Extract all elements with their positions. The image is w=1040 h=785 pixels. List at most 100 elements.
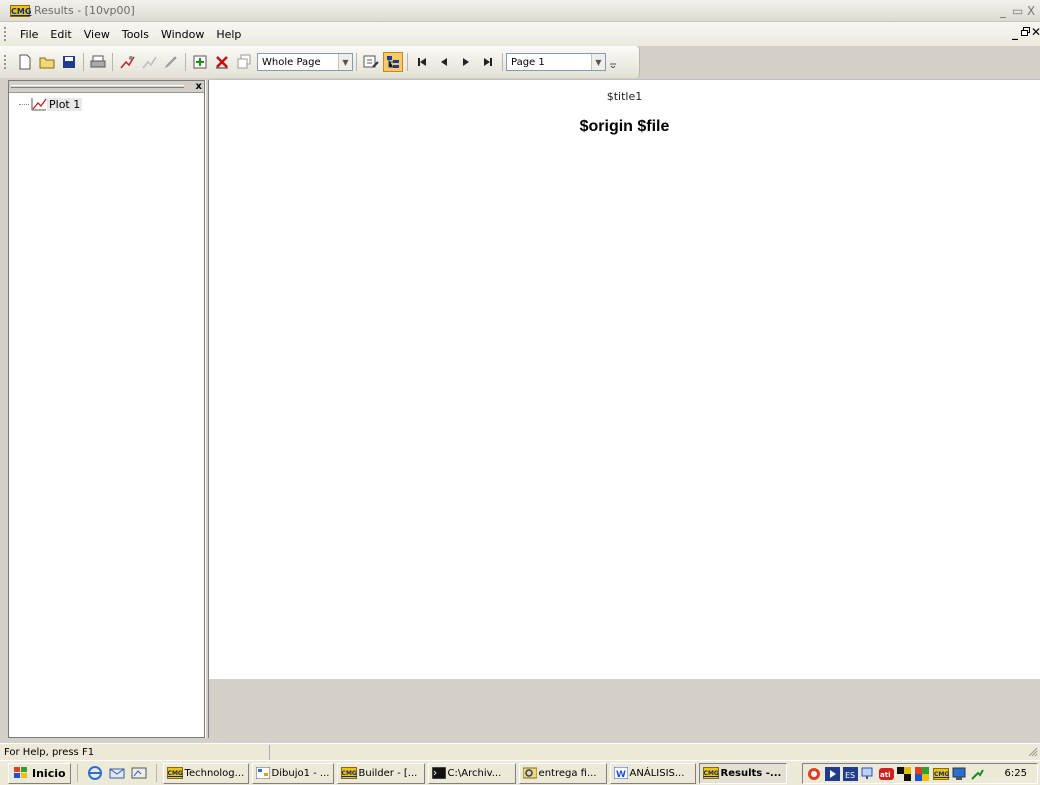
child-close-button[interactable]: ✕ xyxy=(1031,25,1040,39)
taskbar-item-entrega[interactable]: entrega fi... xyxy=(518,762,607,784)
taskbar-item-label: Results -... xyxy=(720,767,782,779)
plot-properties-icon[interactable] xyxy=(117,52,137,72)
app-logo-icon: CMG xyxy=(10,4,32,17)
svg-text:W: W xyxy=(616,770,626,779)
cmg-icon: CMG xyxy=(702,767,719,779)
pencil-icon[interactable] xyxy=(161,52,181,72)
cmg-tray-icon[interactable]: CMG xyxy=(933,767,949,780)
internet-explorer-icon[interactable] xyxy=(86,764,104,782)
next-page-icon[interactable] xyxy=(456,52,476,72)
taskbar-item-label: ANÁLISIS... xyxy=(629,767,685,779)
menu-grip-icon[interactable] xyxy=(4,27,8,41)
taskbar-item-results[interactable]: CMG Results -... xyxy=(698,762,787,784)
taskbar-item-dibujo[interactable]: Dibujo1 - ... xyxy=(251,762,334,784)
svg-text:ati: ati xyxy=(880,771,890,779)
print-icon[interactable] xyxy=(88,52,108,72)
open-folder-icon[interactable] xyxy=(37,52,57,72)
pane-grip-icon[interactable] xyxy=(11,85,184,88)
network-icon[interactable] xyxy=(861,767,876,781)
chevron-down-icon[interactable]: ▼ xyxy=(591,54,605,70)
word-icon: W xyxy=(613,767,628,779)
toolbar-overflow-icon[interactable] xyxy=(607,52,619,72)
close-button[interactable]: X xyxy=(1027,4,1035,18)
save-icon[interactable] xyxy=(59,52,79,72)
page-view: $title1 $origin $file xyxy=(209,79,1040,679)
show-desktop-icon[interactable] xyxy=(130,764,148,782)
system-tray: ES ati CMG 6:25 xyxy=(802,763,1038,784)
previous-page-icon[interactable] xyxy=(434,52,454,72)
toolbar-divider xyxy=(83,53,84,71)
page-select-value: Page 1 xyxy=(511,56,545,68)
pane-close-icon[interactable]: x xyxy=(196,81,202,92)
media-player-icon[interactable] xyxy=(825,766,840,781)
add-plot-icon[interactable] xyxy=(190,52,210,72)
taskbar-item-label: C:\Archiv... xyxy=(447,767,502,779)
menu-file[interactable]: File xyxy=(14,28,44,41)
taskbar-item-label: Dibujo1 - ... xyxy=(271,767,330,779)
window-title: Results - [10vp00] xyxy=(34,4,135,17)
plot-tree-pane: x Plot 1 xyxy=(8,80,205,738)
toolbar-divider xyxy=(407,53,408,71)
start-label: Inicio xyxy=(32,766,66,780)
toolbar-divider xyxy=(185,53,186,71)
properties-icon[interactable] xyxy=(361,52,381,72)
start-button[interactable]: Inicio xyxy=(8,762,71,784)
zoom-select[interactable]: Whole Page ▼ xyxy=(257,53,353,71)
toolbar-divider xyxy=(356,53,357,71)
page-view-background xyxy=(209,679,1040,741)
visio-icon xyxy=(255,767,270,779)
checker-icon[interactable] xyxy=(897,766,912,781)
svg-text:ES: ES xyxy=(845,771,855,780)
first-page-icon[interactable] xyxy=(412,52,432,72)
tree-view-toggle-icon[interactable] xyxy=(383,52,403,72)
ati-icon[interactable]: ati xyxy=(879,767,894,781)
curve-icon[interactable] xyxy=(139,52,159,72)
taskbar-item-label: entrega fi... xyxy=(538,767,597,779)
menu-window[interactable]: Window xyxy=(155,28,210,41)
plot-icon xyxy=(31,98,47,111)
resize-grip-icon[interactable] xyxy=(1028,747,1038,757)
taskbar-item-builder[interactable]: CMG Builder - [... xyxy=(336,762,425,784)
menu-edit[interactable]: Edit xyxy=(44,28,77,41)
child-minimize-button[interactable]: _ xyxy=(1012,26,1018,40)
pane-header: x xyxy=(9,81,204,93)
taskbar-divider xyxy=(155,764,157,782)
language-icon[interactable]: ES xyxy=(843,766,858,781)
monitor-icon[interactable] xyxy=(952,767,967,781)
antivirus-icon[interactable] xyxy=(807,767,822,781)
chevron-down-icon[interactable]: ▼ xyxy=(338,54,352,70)
tree-item-plot-1[interactable]: Plot 1 xyxy=(19,97,83,111)
minimize-button[interactable]: _ xyxy=(1000,4,1006,18)
taskbar-item-technology[interactable]: CMG Technolog... xyxy=(162,762,249,784)
windows-logo-icon xyxy=(14,767,27,778)
new-file-icon[interactable] xyxy=(15,52,35,72)
tree-connector xyxy=(19,103,29,105)
cmg-icon: CMG xyxy=(166,767,183,779)
delete-plot-icon[interactable] xyxy=(212,52,232,72)
taskbar-divider xyxy=(76,764,78,782)
cmg-icon: CMG xyxy=(340,767,357,779)
menu-view[interactable]: View xyxy=(78,28,116,41)
menu-help[interactable]: Help xyxy=(210,28,247,41)
tools-icon[interactable] xyxy=(970,767,985,781)
page-subtitle: $origin $file xyxy=(579,118,670,135)
title-bar: CMG Results - [10vp00] _ ▭ X xyxy=(0,0,1040,22)
status-bar: For Help, press F1 xyxy=(0,743,1040,760)
copy-pages-icon[interactable] xyxy=(234,52,254,72)
toolbar-grip-icon[interactable] xyxy=(4,55,8,69)
flag-icon[interactable] xyxy=(915,766,930,781)
child-restore-button[interactable] xyxy=(1021,27,1030,39)
clock[interactable]: 6:25 xyxy=(1005,768,1027,779)
page-select[interactable]: Page 1 ▼ xyxy=(506,53,606,71)
taskbar-item-analisis[interactable]: W ANÁLISIS... xyxy=(609,762,696,784)
outlook-express-icon[interactable] xyxy=(108,764,126,782)
menu-bar: File Edit View Tools Window Help _ ✕ xyxy=(0,22,1040,46)
toolbar: Whole Page ▼ Page 1 ▼ xyxy=(0,46,640,78)
taskbar-item-console[interactable]: C:\Archiv... xyxy=(427,762,516,784)
toolbar-divider xyxy=(502,53,503,71)
last-page-icon[interactable] xyxy=(478,52,498,72)
maximize-button[interactable]: ▭ xyxy=(1012,4,1023,18)
console-icon xyxy=(431,767,446,779)
taskbar-item-label: Technolog... xyxy=(184,767,245,779)
menu-tools[interactable]: Tools xyxy=(116,28,155,41)
